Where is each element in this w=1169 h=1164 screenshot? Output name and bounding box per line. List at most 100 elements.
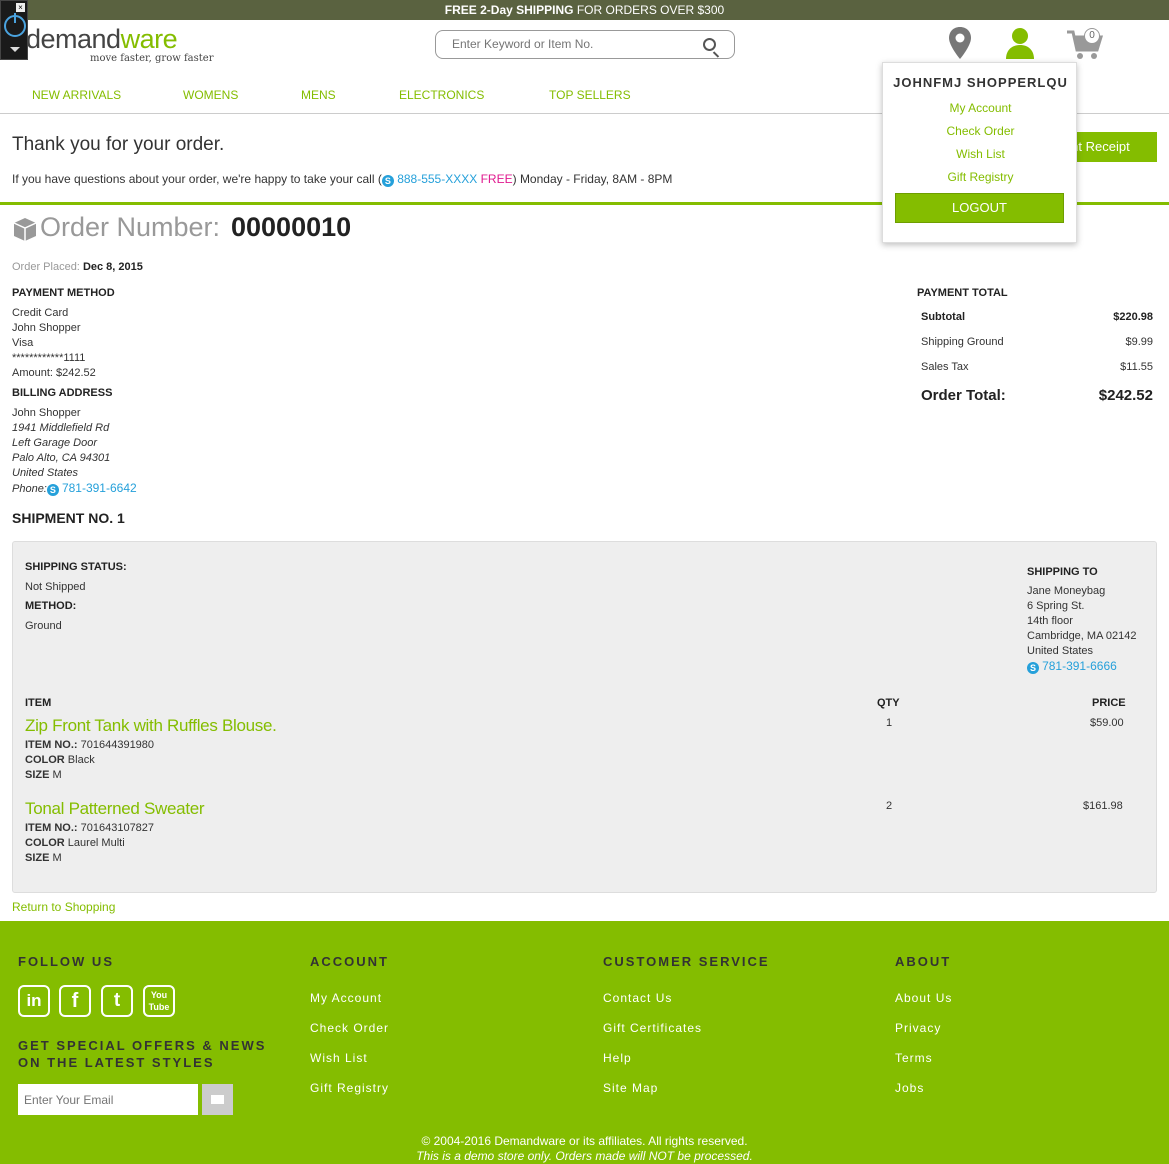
payment-line: John Shopper bbox=[12, 322, 81, 334]
footer-follow-heading: FOLLOW US bbox=[18, 954, 114, 969]
tax-label: Sales Tax bbox=[921, 361, 969, 373]
color-row: COLOR Laurel Multi bbox=[25, 836, 125, 851]
billing-phone-link[interactable]: 781-391-6642 bbox=[62, 481, 137, 495]
color-row: COLOR Black bbox=[25, 753, 95, 768]
email-submit-button[interactable] bbox=[202, 1084, 233, 1115]
payment-total-table: Subtotal $220.98 Shipping Ground $9.99 S… bbox=[921, 308, 1153, 413]
contact-phone-link[interactable]: 888-555-XXXX bbox=[397, 172, 477, 186]
nav-womens[interactable]: WOMENS bbox=[183, 88, 238, 102]
payment-method-heading: PAYMENT METHOD bbox=[12, 287, 115, 299]
footer: FOLLOW US ACCOUNT CUSTOMER SERVICE ABOUT… bbox=[0, 921, 1169, 1164]
size-row: SIZE M bbox=[25, 768, 62, 783]
facebook-icon[interactable]: f bbox=[59, 985, 91, 1017]
nav-top-sellers[interactable]: TOP SELLERS bbox=[549, 88, 631, 102]
payment-line: Credit Card bbox=[12, 307, 69, 319]
product-link[interactable]: Zip Front Tank with Ruffles Blouse. bbox=[25, 716, 277, 736]
email-input[interactable] bbox=[18, 1084, 198, 1115]
power-icon[interactable] bbox=[4, 13, 26, 37]
footer-link-check-order[interactable]: Check Order bbox=[310, 1021, 389, 1035]
user-icon[interactable] bbox=[1004, 26, 1036, 60]
billing-phone-label: Phone: bbox=[12, 483, 47, 495]
footer-link-my-account[interactable]: My Account bbox=[310, 991, 382, 1005]
billing-line: 1941 Middlefield Rd bbox=[12, 422, 110, 434]
shipping-to-address: Jane Moneybag 6 Spring St. 14th floor Ca… bbox=[1027, 584, 1136, 675]
return-to-shopping-link[interactable]: Return to Shopping bbox=[12, 900, 115, 914]
item-no: 701644391980 bbox=[80, 739, 155, 751]
contact-pre: If you have questions about your order, … bbox=[12, 172, 382, 186]
item-qty: 1 bbox=[886, 717, 893, 729]
close-icon[interactable]: × bbox=[16, 3, 25, 12]
billing-name: John Shopper bbox=[12, 407, 81, 419]
logo-tagline: move faster, grow faster bbox=[90, 53, 214, 64]
logo[interactable]: demandware move faster, grow faster bbox=[26, 24, 213, 64]
search-input[interactable] bbox=[452, 37, 682, 51]
method-label: METHOD: bbox=[25, 600, 77, 612]
linkedin-icon[interactable]: in bbox=[18, 985, 50, 1017]
footer-link-terms[interactable]: Terms bbox=[895, 1051, 933, 1065]
logout-button[interactable]: LOGOUT bbox=[895, 193, 1064, 223]
subtotal-row: Subtotal $220.98 bbox=[921, 308, 1153, 333]
shipping-row: Shipping Ground $9.99 bbox=[921, 333, 1153, 358]
shipping-status-label: SHIPPING STATUS: bbox=[25, 561, 127, 573]
ship-to-phone-link[interactable]: 781-391-6666 bbox=[1042, 659, 1117, 673]
shipment-title: SHIPMENT NO. 1 bbox=[12, 510, 125, 526]
footer-link-gift-certificates[interactable]: Gift Certificates bbox=[603, 1021, 702, 1035]
location-icon[interactable] bbox=[948, 26, 972, 60]
contact-post: ) Monday - Friday, 8AM - 8PM bbox=[512, 172, 673, 186]
payment-line: Visa bbox=[12, 337, 34, 349]
tax-value: $11.55 bbox=[1120, 361, 1153, 373]
dropdown-username: JOHNFMJ SHOPPERLQU bbox=[893, 75, 1068, 90]
subtotal-label: Subtotal bbox=[921, 311, 965, 323]
demo-notice: This is a demo store only. Orders made w… bbox=[416, 1149, 753, 1163]
ship-to-line: Jane Moneybag bbox=[1027, 585, 1106, 597]
dropdown-wish-list[interactable]: Wish List bbox=[883, 147, 1078, 161]
footer-link-wish-list[interactable]: Wish List bbox=[310, 1051, 368, 1065]
item-price: $161.98 bbox=[1083, 800, 1123, 812]
order-total-value: $242.52 bbox=[1098, 387, 1153, 404]
ship-to-line: Cambridge, MA 02142 bbox=[1027, 630, 1137, 642]
power-widget[interactable]: × bbox=[0, 0, 28, 60]
account-dropdown: JOHNFMJ SHOPPERLQU My Account Check Orde… bbox=[882, 62, 1077, 243]
payment-line: Amount: $242.52 bbox=[12, 367, 96, 379]
footer-link-gift-registry[interactable]: Gift Registry bbox=[310, 1081, 389, 1095]
order-placed-date: Dec 8, 2015 bbox=[82, 261, 143, 273]
item-color: Laurel Multi bbox=[67, 837, 125, 849]
chevron-down-icon[interactable] bbox=[10, 47, 20, 52]
shipping-to-label: SHIPPING TO bbox=[1027, 566, 1098, 578]
ship-to-phone-row: S 781-391-6666 bbox=[1027, 659, 1136, 675]
free-label: FREE bbox=[480, 172, 513, 186]
nav-new-arrivals[interactable]: NEW ARRIVALS bbox=[32, 88, 121, 102]
copyright-text: © 2004-2016 Demandware or its affiliates… bbox=[421, 1134, 748, 1148]
dropdown-my-account[interactable]: My Account bbox=[883, 101, 1078, 115]
dropdown-check-order[interactable]: Check Order bbox=[883, 124, 1078, 138]
product-link[interactable]: Tonal Patterned Sweater bbox=[25, 799, 205, 819]
subtotal-value: $220.98 bbox=[1113, 311, 1153, 323]
col-qty: QTY bbox=[877, 697, 900, 709]
youtube-icon[interactable]: You Tube bbox=[143, 985, 175, 1017]
footer-link-about-us[interactable]: About Us bbox=[895, 991, 952, 1005]
logo-name-a: demand bbox=[26, 24, 121, 54]
footer-link-contact-us[interactable]: Contact Us bbox=[603, 991, 672, 1005]
col-price: PRICE bbox=[1092, 697, 1126, 709]
nav-electronics[interactable]: ELECTRONICS bbox=[399, 88, 484, 102]
footer-link-help[interactable]: Help bbox=[603, 1051, 632, 1065]
item-size: M bbox=[52, 769, 62, 781]
logo-name-b: ware bbox=[120, 24, 178, 54]
color-label: COLOR bbox=[25, 837, 65, 849]
nav-mens[interactable]: MENS bbox=[301, 88, 336, 102]
shipping-status: Not Shipped bbox=[25, 581, 86, 593]
promo-text: FOR ORDERS OVER $300 bbox=[573, 3, 725, 17]
footer-link-privacy[interactable]: Privacy bbox=[895, 1021, 941, 1035]
twitter-icon[interactable]: t bbox=[101, 985, 133, 1017]
item-no-row: ITEM NO.: 701643107827 bbox=[25, 821, 154, 836]
item-qty: 2 bbox=[886, 800, 893, 812]
search-icon[interactable] bbox=[703, 38, 716, 51]
cart-count-badge[interactable]: 0 bbox=[1084, 28, 1100, 44]
copyright: © 2004-2016 Demandware or its affiliates… bbox=[0, 1134, 1169, 1164]
footer-link-jobs[interactable]: Jobs bbox=[895, 1081, 924, 1095]
item-price: $59.00 bbox=[1090, 717, 1124, 729]
shipping-label: Shipping Ground bbox=[921, 336, 1004, 348]
ship-to-line: 6 Spring St. bbox=[1027, 600, 1085, 612]
dropdown-gift-registry[interactable]: Gift Registry bbox=[883, 170, 1078, 184]
footer-link-site-map[interactable]: Site Map bbox=[603, 1081, 658, 1095]
